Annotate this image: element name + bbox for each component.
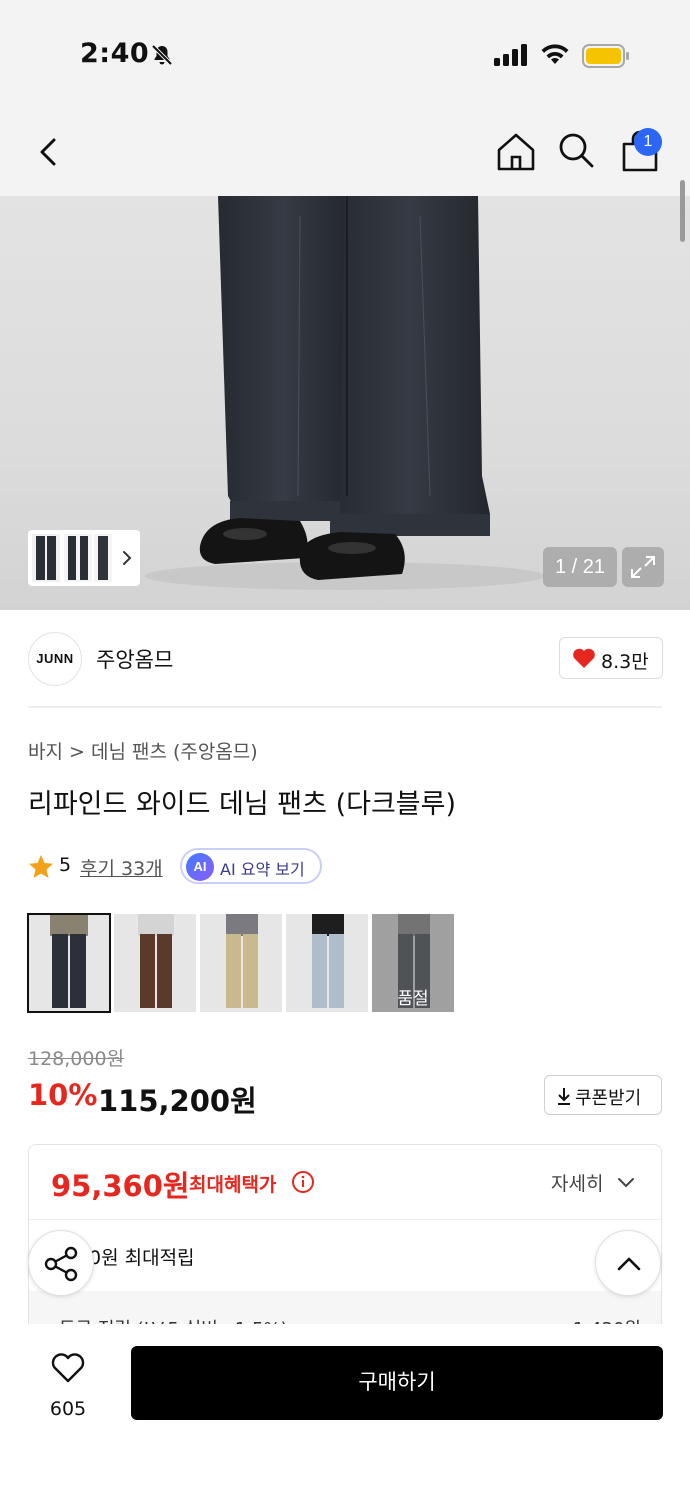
bell-muted-icon — [151, 44, 173, 66]
color-option-dark-blue[interactable] — [27, 913, 111, 1013]
color-thumbnail — [28, 914, 110, 1012]
color-option-soldout[interactable]: 품절 — [372, 914, 454, 1012]
wishlist-button[interactable]: 605 — [30, 1348, 106, 1428]
gallery-thumbnail-image — [32, 534, 132, 582]
color-thumbnail — [114, 914, 196, 1012]
divider — [28, 706, 662, 708]
benefit-box: 95,360원 최대혜택가 자세히 0원 최대적립 등급 적립 (LV.5 실버… — [28, 1144, 662, 1334]
cellular-signal-icon — [494, 44, 527, 66]
battery-icon — [582, 44, 629, 68]
expand-icon — [631, 556, 655, 578]
max-benefit-price: 95,360원 — [51, 1169, 190, 1203]
buy-button[interactable]: 구매하기 — [131, 1346, 663, 1420]
benefit-detail-toggle[interactable]: 자세히 — [551, 1169, 603, 1196]
color-option-beige[interactable] — [200, 914, 282, 1012]
brand-like-count: 8.3만 — [601, 651, 649, 673]
search-icon[interactable] — [556, 130, 596, 170]
heart-filled-icon — [573, 648, 595, 668]
status-time: 2:40 — [80, 38, 150, 69]
top-nav-bar — [0, 110, 690, 196]
wishlist-count: 605 — [49, 1398, 87, 1420]
ai-summary-button[interactable]: AI AI 요약 보기 — [180, 848, 322, 884]
color-thumbnail — [286, 914, 368, 1012]
brand-logo[interactable]: JUNN — [28, 632, 82, 686]
back-arrow-icon[interactable] — [30, 132, 70, 172]
soldout-label: 품절 — [397, 989, 429, 1009]
star-icon — [29, 855, 53, 878]
gallery-thumbnail-button[interactable] — [28, 530, 140, 586]
color-options: 품절 — [27, 913, 468, 1013]
coupon-download-button[interactable]: 쿠폰받기 — [544, 1075, 662, 1115]
sale-price: 115,200원 — [98, 1084, 257, 1118]
download-icon — [558, 1088, 570, 1105]
info-icon[interactable] — [291, 1170, 315, 1194]
wifi-icon — [541, 44, 569, 64]
color-option-light-blue[interactable] — [286, 914, 368, 1012]
breadcrumb[interactable]: 바지 > 데님 팬츠 (주앙옴므) — [28, 737, 258, 764]
expand-image-button[interactable] — [622, 547, 664, 587]
review-count-link[interactable]: 후기 33개 — [80, 854, 163, 881]
coupon-label: 쿠폰받기 — [575, 1088, 642, 1109]
original-price: 128,000원 — [28, 1048, 125, 1070]
color-thumbnail — [200, 914, 282, 1012]
home-icon[interactable] — [494, 130, 538, 174]
chevron-up-icon — [617, 1257, 641, 1271]
share-button[interactable] — [28, 1230, 94, 1296]
brand-name[interactable]: 주앙옴므 — [96, 644, 173, 674]
divider — [29, 1219, 661, 1220]
status-bar: 2:40 — [0, 0, 690, 110]
cart-count-badge: 1 — [634, 128, 662, 156]
bottom-action-bar: 605 구매하기 — [0, 1324, 690, 1500]
heart-outline-icon — [51, 1353, 85, 1383]
product-title: 리파인드 와이드 데님 팬츠 (다크블루) — [28, 789, 456, 820]
rating-score: 5 — [59, 854, 72, 876]
color-option-brown[interactable] — [114, 914, 196, 1012]
image-counter: 1 / 21 — [543, 547, 617, 587]
ai-summary-label: AI 요약 보기 — [220, 860, 305, 879]
max-points-text: 0원 최대적립 — [89, 1247, 195, 1269]
discount-rate: 10% — [28, 1078, 98, 1112]
ai-badge-icon: AI — [186, 853, 214, 881]
share-icon — [44, 1246, 78, 1282]
scroll-indicator — [680, 180, 685, 242]
chevron-down-icon[interactable] — [617, 1175, 635, 1189]
rating-row: 5 후기 33개 AI AI 요약 보기 — [28, 848, 428, 884]
max-benefit-label: 최대혜택가 — [189, 1174, 277, 1196]
scroll-to-top-button[interactable] — [595, 1230, 661, 1296]
brand-like-button[interactable]: 8.3만 — [559, 637, 663, 679]
